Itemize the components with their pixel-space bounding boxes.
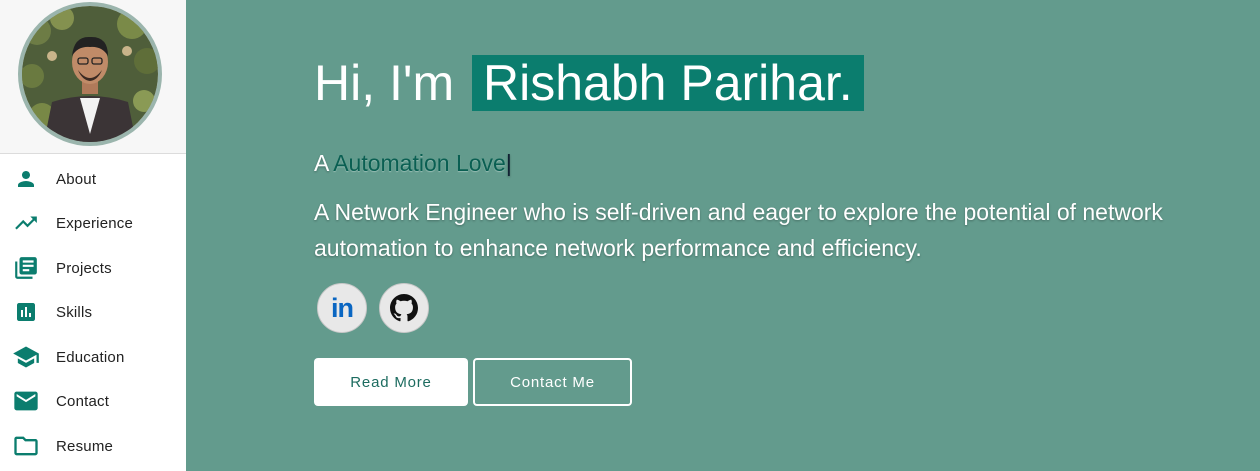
sidebar-item-label: Education (56, 348, 125, 366)
graduation-cap-icon (12, 343, 40, 371)
sidebar-item-label: Resume (56, 437, 114, 455)
sidebar-item-experience[interactable]: Experience (0, 201, 186, 245)
github-icon (390, 294, 418, 322)
library-books-icon (12, 254, 40, 282)
sidebar-item-skills[interactable]: Skills (0, 290, 186, 334)
sidebar-item-about[interactable]: About (0, 157, 186, 201)
profile-avatar (18, 2, 162, 146)
bar-chart-icon (12, 298, 40, 326)
sidebar-item-contact[interactable]: Contact (0, 379, 186, 423)
linkedin-link[interactable]: in (317, 283, 367, 333)
typed-caret: | (505, 150, 512, 176)
hero-description: A Network Engineer who is self-driven an… (314, 199, 1163, 261)
sidebar-item-label: Projects (56, 259, 112, 277)
sidebar-item-label: Skills (56, 303, 93, 321)
sidebar-item-resume[interactable]: Resume (0, 424, 186, 468)
envelope-icon (12, 387, 40, 415)
sidebar-item-label: About (56, 170, 97, 188)
sidebar-item-label: Experience (56, 214, 134, 232)
sidebar: About Experience Projects Skills Educati… (0, 0, 186, 471)
hero-heading: Hi, I'm Rishabh Parihar. (314, 52, 864, 114)
read-more-button[interactable]: Read More (314, 358, 468, 406)
hero-name: Rishabh Parihar. (472, 55, 864, 111)
sidebar-item-education[interactable]: Education (0, 335, 186, 379)
sidebar-item-label: Contact (56, 392, 110, 410)
profile-header (0, 0, 186, 154)
typed-prefix: A (314, 150, 329, 176)
typed-text: Automation Love (333, 150, 506, 176)
folder-icon (12, 432, 40, 460)
typed-tagline: A Automation Love| (314, 149, 512, 177)
sidebar-item-projects[interactable]: Projects (0, 246, 186, 290)
trending-up-icon (12, 209, 40, 237)
hero-greeting: Hi, I'm (314, 55, 455, 111)
contact-me-button[interactable]: Contact Me (473, 358, 632, 406)
person-icon (12, 165, 40, 193)
github-link[interactable] (379, 283, 429, 333)
hero-section: Hi, I'm Rishabh Parihar. A Automation Lo… (186, 0, 1260, 471)
linkedin-icon: in (331, 292, 354, 323)
